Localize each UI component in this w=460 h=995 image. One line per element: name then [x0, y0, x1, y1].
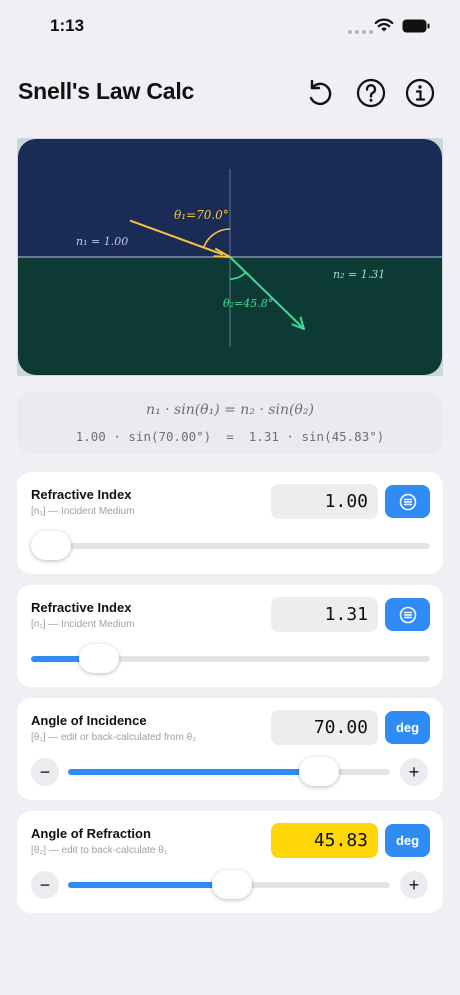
n2-presets-button[interactable]	[385, 598, 430, 631]
theta1-increment-button[interactable]: +	[400, 758, 428, 786]
n1-slider-thumb[interactable]	[31, 531, 71, 560]
n1-label: n₁ = 1.00	[76, 235, 128, 248]
n1-presets-button[interactable]	[385, 485, 430, 518]
card-subtitle: [θ₁] — edit or back-calculated from θ₂	[31, 732, 197, 743]
card-subtitle: [θ₂] — edit to back-calculate θ₁	[31, 845, 168, 856]
theta1-decrement-button[interactable]: −	[31, 758, 59, 786]
refraction-diagram: θ₁=70.0° n₁ = 1.00 n₂ = 1.31 θ₂=45.8°	[18, 139, 442, 375]
list-icon	[399, 493, 416, 510]
theta1-unit-button[interactable]: deg	[385, 711, 430, 744]
formula-numeric: 1.00 · sin(70.00°) = 1.31 · sin(45.83°)	[75, 429, 385, 444]
theta2-slider[interactable]	[68, 870, 390, 899]
n2-slider-thumb[interactable]	[78, 644, 119, 673]
card-title: Refractive Index	[31, 600, 132, 615]
diagram-frame: θ₁=70.0° n₁ = 1.00 n₂ = 1.31 θ₂=45.8°	[17, 138, 443, 376]
help-icon	[356, 78, 386, 108]
n1-card: Refractive Index [n₁] — Incident Medium …	[17, 472, 443, 574]
n2-value-field[interactable]: 1.31	[271, 597, 378, 632]
info-button[interactable]	[403, 76, 437, 110]
theta2-increment-button[interactable]: +	[400, 871, 428, 899]
status-bar: 1:13	[0, 0, 460, 54]
theta2-decrement-button[interactable]: −	[31, 871, 59, 899]
n2-card: Refractive Index [n₁] — Incident Medium …	[17, 585, 443, 687]
theta1-slider-thumb[interactable]	[299, 757, 340, 786]
diagram-canvas: θ₁=70.0° n₁ = 1.00 n₂ = 1.31 θ₂=45.8°	[18, 139, 442, 375]
formula-card: n₁ · sin(θ₁) = n₂ · sin(θ₂) 1.00 · sin(7…	[17, 392, 443, 454]
reset-button[interactable]	[302, 76, 336, 110]
formula-symbolic: n₁ · sin(θ₁) = n₂ · sin(θ₂)	[146, 402, 314, 418]
theta2-label: θ₂=45.8°	[223, 297, 273, 310]
reset-icon	[309, 79, 332, 106]
signal-icon	[348, 30, 373, 34]
help-button[interactable]	[354, 76, 388, 110]
info-icon	[405, 78, 435, 108]
theta2-value-field[interactable]: 45.83	[271, 823, 378, 858]
card-subtitle: [n₁] — Incident Medium	[31, 506, 135, 517]
theta1-card: Angle of Incidence [θ₁] — edit or back-c…	[17, 698, 443, 800]
page-title: Snell's Law Calc	[18, 78, 195, 104]
card-title: Refractive Index	[31, 487, 132, 502]
card-title: Angle of Incidence	[31, 713, 147, 728]
theta2-card: Angle of Refraction [θ₂] — edit to back-…	[17, 811, 443, 913]
wifi-icon	[374, 18, 394, 32]
status-time: 1:13	[50, 16, 85, 35]
theta1-value-field[interactable]: 70.00	[271, 710, 378, 745]
n1-slider[interactable]	[31, 531, 430, 560]
theta2-slider-thumb[interactable]	[212, 870, 253, 899]
battery-icon	[402, 19, 430, 32]
n1-value-field[interactable]: 1.00	[271, 484, 378, 519]
card-title: Angle of Refraction	[31, 826, 151, 841]
n2-label: n₂ = 1.31	[333, 268, 385, 281]
list-icon	[399, 606, 416, 623]
theta1-slider[interactable]	[68, 757, 390, 786]
n2-slider[interactable]	[31, 644, 430, 673]
card-subtitle: [n₁] — Incident Medium	[31, 619, 135, 630]
theta1-label: θ₁=70.0°	[174, 208, 229, 222]
theta2-unit-button[interactable]: deg	[385, 824, 430, 857]
